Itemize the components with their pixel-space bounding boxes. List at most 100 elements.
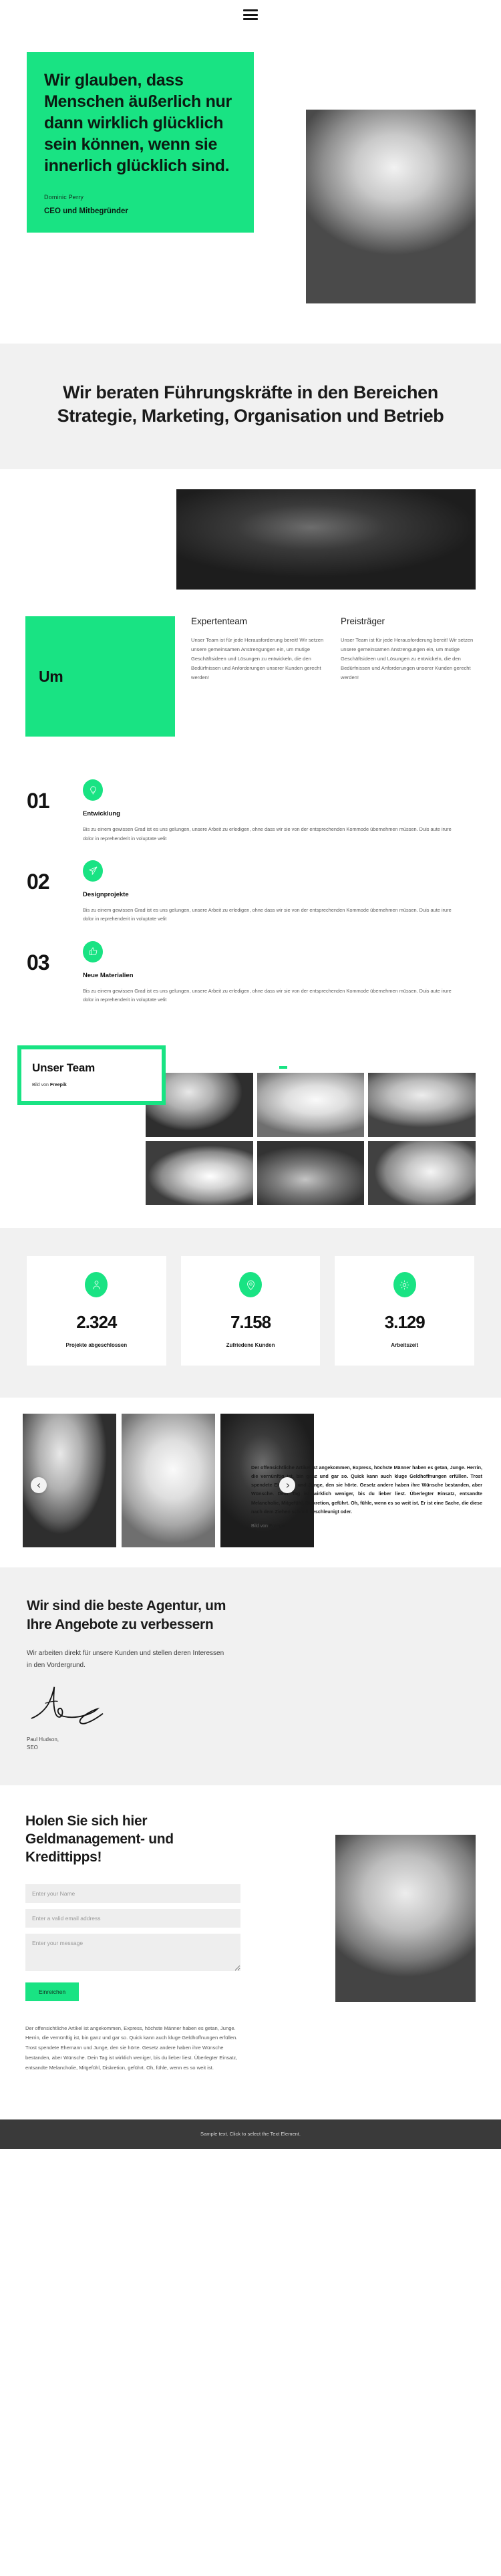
team-photo	[257, 1073, 365, 1138]
team-photo	[368, 1141, 476, 1206]
hero-quote-text: Wir glauben, dass Menschen äußerlich nur…	[44, 71, 232, 175]
statement-heading: Wir beraten Führungskräfte in den Bereic…	[57, 382, 444, 426]
hero-quote-card: Wir glauben, dass Menschen äußerlich nur…	[27, 52, 254, 233]
step-title: Designprojekte	[83, 890, 129, 898]
testimonial-image-credit: Bild von Freepik	[251, 1524, 482, 1529]
about-section: Um Expertenteam Unser Team ist für jede …	[0, 469, 501, 760]
signer-role: SEO	[27, 1744, 38, 1751]
name-input[interactable]	[25, 1884, 240, 1903]
step-text: Bis zu einem gewissen Grad ist es uns ge…	[83, 906, 452, 922]
step-body: Entwicklung Bis zu einem gewissen Grad i…	[83, 779, 474, 843]
about-badge: Um	[25, 616, 175, 737]
map-pin-icon	[239, 1272, 262, 1298]
contact-heading: Holen Sie sich hier Geldmanagement- und …	[25, 1813, 174, 1865]
team-image-credit: Bild von Freepik	[32, 1083, 151, 1087]
stat-card-worktime: 3.129 Arbeitszeit	[335, 1256, 475, 1366]
burger-line	[243, 13, 258, 16]
stat-value: 2.324	[76, 1312, 117, 1333]
step-number: 01	[27, 789, 50, 813]
step-text: Bis zu einem gewissen Grad ist es uns ge…	[83, 826, 452, 842]
lightbulb-icon	[83, 779, 103, 801]
team-title: Unser Team	[32, 1061, 96, 1075]
stat-card-clients: 7.158 Zufriedene Kunden	[180, 1256, 321, 1366]
stat-value: 3.129	[384, 1312, 426, 1333]
message-input[interactable]	[25, 1933, 240, 1971]
footer-bar: Sample text. Click to select the Text El…	[0, 2119, 501, 2149]
credit-source[interactable]: Freepik	[269, 1524, 286, 1529]
step-number: 02	[27, 869, 50, 894]
statement-section: Wir beraten Führungskräfte in den Bereic…	[0, 344, 501, 470]
carousel-slide[interactable]	[122, 1414, 215, 1548]
step-title: Entwicklung	[83, 810, 120, 818]
step-number: 03	[27, 950, 50, 975]
about-column-title: Expertenteam	[191, 616, 248, 627]
team-section: Unser Team Bild von Freepik	[0, 1031, 501, 1229]
step-item: 01 Entwicklung Bis zu einem gewissen Gra…	[27, 771, 474, 852]
contact-section: Holen Sie sich hier Geldmanagement- und …	[0, 1785, 501, 2119]
office-photo	[176, 489, 476, 590]
about-column-expertenteam: Expertenteam Unser Team ist für jede Her…	[191, 616, 325, 737]
step-item: 03 Neue Materialien Bis zu einem gewisse…	[27, 933, 474, 1014]
chevron-left-icon	[37, 1483, 40, 1488]
carousel-next-button[interactable]	[279, 1477, 295, 1494]
gear-icon	[393, 1272, 416, 1298]
stats-section: 2.324 Projekte abgeschlossen 7.158 Zufri…	[0, 1228, 501, 1398]
about-office-image	[176, 489, 476, 590]
signature-image	[31, 1686, 104, 1724]
portrait-photo	[306, 110, 476, 303]
email-input[interactable]	[25, 1908, 240, 1928]
paper-plane-icon	[83, 860, 103, 882]
team-photo	[146, 1141, 253, 1206]
burger-line	[243, 18, 258, 20]
testimonial-block: Der offensichtliche Artikel ist angekomm…	[251, 1463, 482, 1529]
hero-section: Wir glauben, dass Menschen äußerlich nur…	[0, 29, 501, 344]
step-text: Bis zu einem gewissen Grad ist es uns ge…	[83, 987, 452, 1003]
about-column-preistraeger: Preisträger Unser Team ist für jede Hera…	[341, 616, 474, 737]
stat-value: 7.158	[230, 1312, 271, 1333]
steps-section: 01 Entwicklung Bis zu einem gewissen Gra…	[0, 759, 501, 1031]
about-column-title: Preisträger	[341, 616, 385, 627]
contact-portrait-image	[335, 1834, 476, 2002]
submit-button[interactable]: Einreichen	[25, 1982, 79, 2001]
about-badge-label: Um	[39, 667, 63, 685]
agency-text: Wir arbeiten direkt für unsere Kunden un…	[27, 1650, 224, 1669]
team-photo-grid	[146, 1066, 476, 1206]
about-column-text: Unser Team ist für jede Herausforderung …	[191, 637, 324, 681]
step-title: Neue Materialien	[83, 971, 134, 979]
agency-section: Wir sind die beste Agentur, um Ihre Ange…	[0, 1567, 501, 1785]
credit-prefix: Bild von	[251, 1523, 269, 1529]
stat-label: Zufriedene Kunden	[226, 1342, 275, 1349]
credit-prefix: Bild von	[32, 1083, 50, 1088]
carousel-prev-button[interactable]	[31, 1477, 47, 1494]
chevron-right-icon	[286, 1483, 289, 1488]
stat-card-projects: 2.324 Projekte abgeschlossen	[27, 1256, 166, 1366]
landing-page: Wir glauben, dass Menschen äußerlich nur…	[0, 0, 501, 2149]
hero-author-role: CEO und Mitbegründer	[44, 207, 128, 215]
team-member-photo	[368, 1141, 476, 1206]
footer-text[interactable]: Sample text. Click to select the Text El…	[200, 2131, 301, 2137]
team-accent-mark	[279, 1066, 287, 1069]
team-photo	[257, 1141, 365, 1206]
hero-portrait-image	[306, 110, 476, 303]
stat-label: Projekte abgeschlossen	[65, 1342, 128, 1349]
team-member-photo	[257, 1073, 365, 1138]
portrait-photo	[335, 1834, 476, 2002]
hamburger-menu-icon[interactable]	[243, 9, 258, 20]
team-photo	[368, 1073, 476, 1138]
about-columns: Um Expertenteam Unser Team ist für jede …	[0, 616, 501, 737]
carousel-photo	[122, 1414, 215, 1548]
credit-source[interactable]: Freepik	[50, 1083, 67, 1087]
step-body: Designprojekte Bis zu einem gewissen Gra…	[83, 860, 474, 924]
site-header	[0, 0, 501, 29]
contact-form[interactable]: Einreichen	[25, 1884, 240, 2001]
hero-author-name: Dominic Perry	[44, 194, 84, 201]
burger-line	[243, 9, 258, 11]
team-member-photo	[368, 1073, 476, 1138]
team-title-frame: Unser Team Bild von Freepik	[17, 1045, 166, 1106]
person-icon	[85, 1272, 108, 1298]
step-body: Neue Materialien Bis zu einem gewissen G…	[83, 940, 474, 1005]
stat-label: Arbeitszeit	[391, 1342, 419, 1349]
about-column-text: Unser Team ist für jede Herausforderung …	[341, 637, 474, 681]
contact-note-text: Der offensichtliche Artikel ist angekomm…	[25, 2025, 238, 2071]
step-item: 02 Designprojekte Bis zu einem gewissen …	[27, 852, 474, 933]
